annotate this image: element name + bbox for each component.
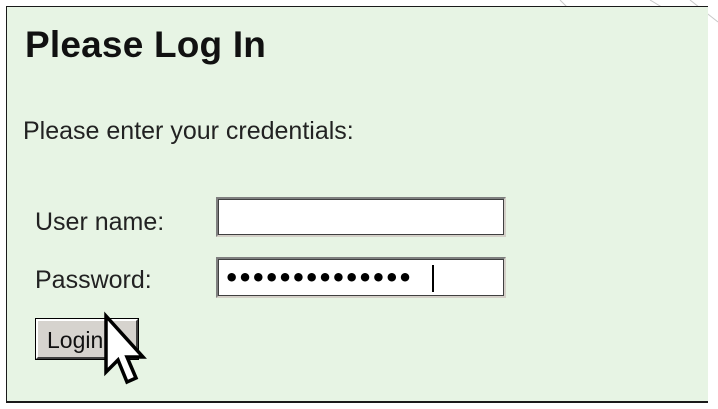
- password-label: Password:: [35, 266, 152, 294]
- username-input[interactable]: [216, 197, 506, 237]
- login-panel: Please Log In Please enter your credenti…: [6, 6, 708, 403]
- page: Please Log In Please enter your credenti…: [0, 0, 718, 409]
- username-label: User name:: [35, 208, 165, 236]
- instructions-text: Please enter your credentials:: [23, 117, 354, 145]
- login-button[interactable]: Login: [35, 318, 139, 360]
- page-title: Please Log In: [25, 24, 267, 65]
- text-caret: [432, 265, 434, 292]
- password-input[interactable]: [216, 257, 506, 298]
